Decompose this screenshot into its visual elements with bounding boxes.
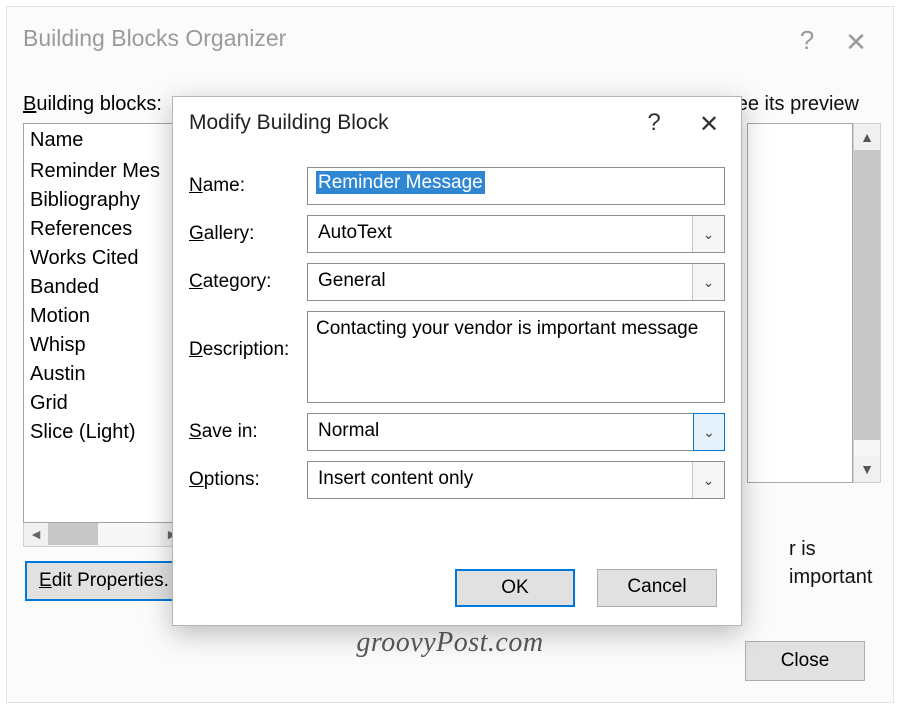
close-button[interactable]: Close <box>745 641 865 681</box>
list-item[interactable]: Slice (Light) <box>24 418 184 447</box>
edit-properties-button[interactable]: Edit Properties. <box>25 561 183 601</box>
building-blocks-listbox[interactable]: Name Reminder Mes Bibliography Reference… <box>23 123 185 523</box>
list-item[interactable]: Banded <box>24 273 184 302</box>
scroll-track[interactable] <box>98 523 160 546</box>
preview-pane <box>747 123 853 483</box>
list-item[interactable]: Works Cited <box>24 244 184 273</box>
scroll-left-icon[interactable]: ◄ <box>24 523 48 545</box>
dialog-title: Building Blocks Organizer <box>7 7 893 52</box>
list-item[interactable]: Austin <box>24 360 184 389</box>
gallery-select[interactable]: AutoText ⌄ <box>307 215 725 253</box>
chevron-down-icon[interactable]: ⌄ <box>692 216 724 252</box>
description-label: Description: <box>189 311 307 361</box>
chevron-down-icon[interactable]: ⌄ <box>692 264 724 300</box>
horizontal-scrollbar[interactable]: ◄ ► <box>23 523 185 547</box>
list-item[interactable]: Bibliography <box>24 186 184 215</box>
vertical-scrollbar[interactable]: ▲ ▼ <box>853 123 881 483</box>
preview-description-fragment: r is important <box>789 535 889 591</box>
gallery-label: Gallery: <box>189 223 307 245</box>
save-in-select[interactable]: Normal ⌄ <box>307 413 725 451</box>
close-icon[interactable]: ✕ <box>689 105 729 145</box>
scroll-up-icon[interactable]: ▲ <box>854 124 880 150</box>
category-label: Category: <box>189 271 307 293</box>
save-in-label: Save in: <box>189 421 307 443</box>
list-item[interactable]: Grid <box>24 389 184 418</box>
list-item[interactable]: Whisp <box>24 331 184 360</box>
list-item[interactable]: References <box>24 215 184 244</box>
close-icon[interactable]: ✕ <box>835 21 877 63</box>
modify-building-block-dialog: Modify Building Block ? ✕ Name: Reminder… <box>172 96 742 626</box>
list-column-header[interactable]: Name <box>24 124 184 157</box>
help-icon[interactable]: ? <box>791 25 823 57</box>
chevron-down-icon[interactable]: ⌄ <box>693 413 725 451</box>
list-item[interactable]: Motion <box>24 302 184 331</box>
scroll-thumb[interactable] <box>48 523 98 545</box>
options-select[interactable]: Insert content only ⌄ <box>307 461 725 499</box>
category-select[interactable]: General ⌄ <box>307 263 725 301</box>
description-input[interactable]: Contacting your vendor is important mess… <box>307 311 725 403</box>
help-icon[interactable]: ? <box>637 109 671 143</box>
name-input[interactable]: Reminder Message <box>307 167 725 205</box>
options-label: Options: <box>189 469 307 491</box>
name-label: Name: <box>189 175 307 197</box>
building-blocks-label: Building blocks: <box>23 93 162 116</box>
list-item[interactable]: Reminder Mes <box>24 157 184 186</box>
scroll-down-icon[interactable]: ▼ <box>854 456 880 482</box>
scroll-thumb[interactable] <box>854 150 880 440</box>
ok-button[interactable]: OK <box>455 569 575 607</box>
cancel-button[interactable]: Cancel <box>597 569 717 607</box>
chevron-down-icon[interactable]: ⌄ <box>692 462 724 498</box>
